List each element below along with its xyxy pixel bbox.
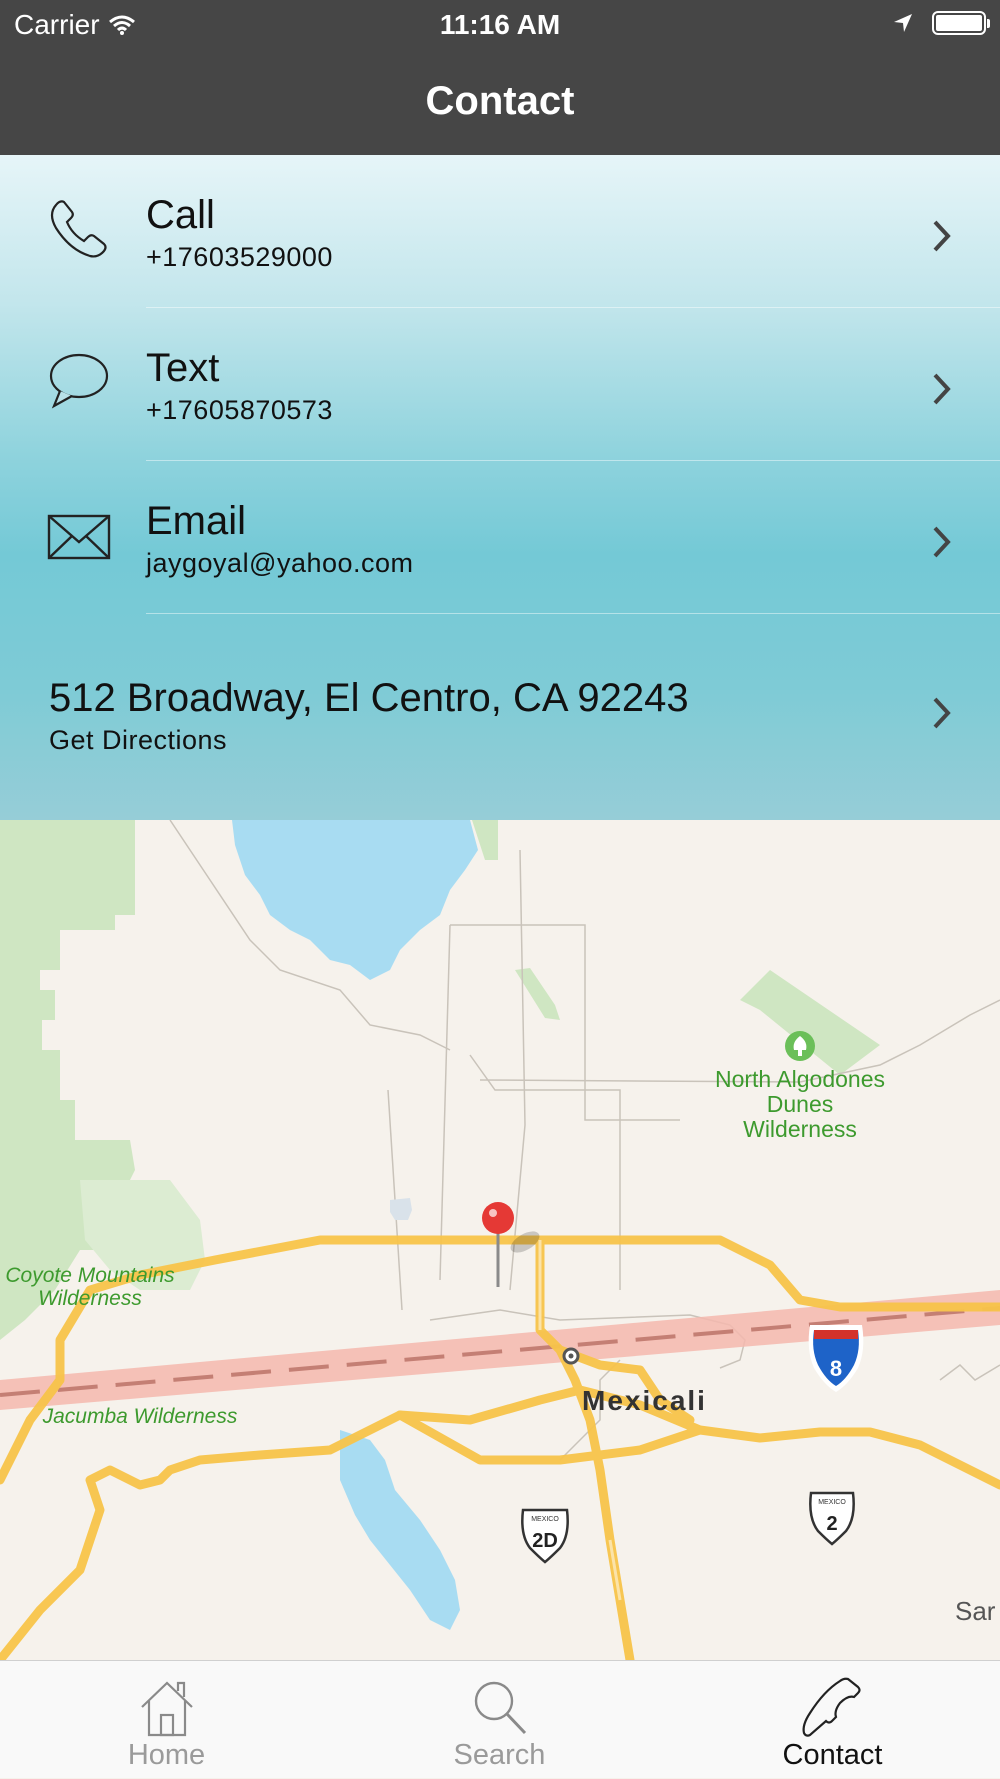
chevron-right-icon [933,526,951,558]
address-row[interactable]: 512 Broadway, El Centro, CA 92243 Get Di… [0,614,1000,820]
map-label-algodones-3: Wilderness [743,1116,857,1142]
map-label-algodones-1: North Algodones [715,1066,885,1092]
get-directions-label: Get Directions [49,725,228,755]
tab-search-label: Search [453,1739,546,1771]
text-number: +17605870573 [146,395,333,425]
map-view[interactable]: North Algodones Dunes Wilderness Coyote … [0,820,1000,1660]
call-row[interactable]: Call +17603529000 [0,155,1000,307]
tab-home[interactable]: Home [0,1661,333,1779]
map-label-coyote-1: Coyote Mountains [5,1264,175,1287]
chevron-right-icon [933,373,951,405]
battery-icon [932,11,990,35]
map-label-jacumba: Jacumba Wilderness [42,1405,238,1428]
map-label-algodones-2: Dunes [767,1091,833,1117]
map-canvas: North Algodones Dunes Wilderness Coyote … [0,820,1000,1660]
mexico-2-number: 2 [826,1513,837,1535]
map-label-coyote-2: Wilderness [38,1287,142,1310]
map-poi-small [390,1198,412,1220]
tab-contact-label: Contact [782,1739,883,1771]
tab-contact[interactable]: Contact [666,1661,999,1779]
status-time: 11:16 AM [439,9,561,40]
mexico-small-label: MEXICO [818,1499,846,1506]
tab-home-label: Home [127,1739,206,1771]
email-address: jaygoyal@yahoo.com [146,548,414,578]
phone-icon [802,1677,861,1737]
envelope-icon [47,514,111,560]
tab-search[interactable]: Search [333,1661,666,1779]
status-right-group [892,11,990,35]
search-icon [474,1681,526,1735]
status-bar: Carrier 11:16 AM [0,0,1000,50]
page-title: Contact [425,79,575,123]
tab-bar: Home Search Contact [0,1660,1000,1778]
chevron-right-icon [933,697,951,729]
location-arrow-icon [894,14,912,32]
map-label-city: Mexicali [582,1385,707,1416]
email-label: Email [146,499,247,543]
call-number: +17603529000 [146,242,333,272]
interstate-shield-number: 8 [830,1356,842,1381]
contact-panel: Call +17603529000 Text +17605870573 Emai… [0,155,1000,820]
map-label-edge: Sar [955,1596,996,1626]
text-row[interactable]: Text +17605870573 [0,308,1000,460]
phone-icon [50,200,107,258]
navigation-bar: Contact [0,50,1000,155]
email-row[interactable]: Email jaygoyal@yahoo.com [0,461,1000,613]
mexico-2d-number: 2D [532,1530,558,1552]
mexico-small-label: MEXICO [531,1516,559,1523]
text-label: Text [146,346,220,390]
home-icon [140,1681,193,1737]
chat-bubble-icon [49,353,109,409]
chevron-right-icon [933,220,951,252]
address-label: 512 Broadway, El Centro, CA 92243 [49,676,689,720]
call-label: Call [146,193,215,237]
